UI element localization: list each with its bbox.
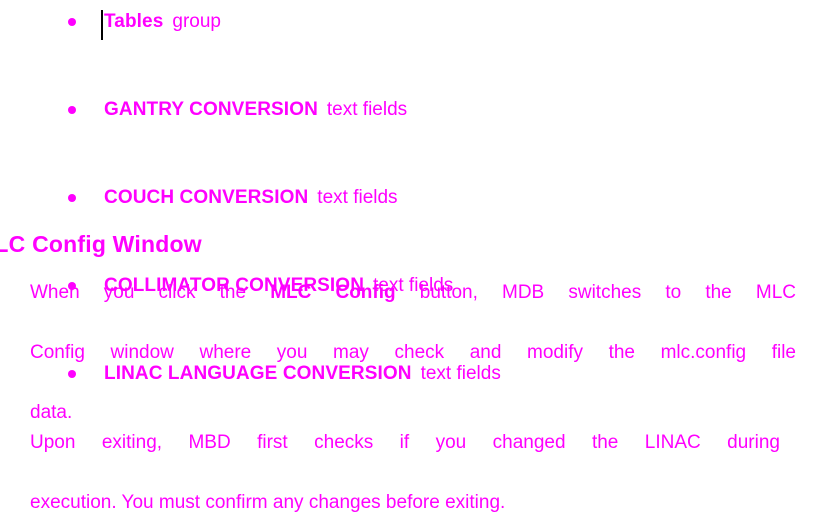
paragraph-exit-confirm: Upon exiting, MBD first checks if you ch… (30, 428, 780, 518)
list-item-bold-label: Tables (104, 11, 164, 32)
document-page: Tables group GANTRY CONVERSION text fields… (0, 0, 821, 513)
conversion-bullet-list: Tables group GANTRY CONVERSION text fields… (0, 0, 821, 384)
text-caret (101, 10, 103, 40)
paragraph-mlc-config: When you click the MLC Config button, MD… (30, 278, 796, 428)
paragraph-line: data. (30, 402, 73, 423)
list-item-text: COUCH CONVERSION text fields (104, 176, 398, 220)
section-heading: oose MLC Config Window (0, 231, 202, 257)
paragraph-line: execution. You must confirm any changes … (30, 492, 506, 513)
paragraph-line: When you click the MLC Config button, MD… (30, 278, 796, 338)
list-item-regular-label: text fields (317, 187, 398, 208)
list-item-text: Tables group (104, 0, 221, 44)
paragraph-line: Config window where you may check and mo… (30, 342, 796, 363)
list-item[interactable]: GANTRY CONVERSION text fields (0, 88, 821, 132)
list-item-bold-label: COUCH CONVERSION (104, 187, 309, 208)
paragraph-bold-term: MLC Config (270, 282, 396, 303)
paragraph-line: Upon exiting, MBD first checks if you ch… (30, 432, 780, 453)
bullet-dot-icon (68, 194, 76, 202)
list-item-bold-label: GANTRY CONVERSION (104, 99, 318, 120)
list-item-regular-label: group (172, 11, 221, 32)
list-item[interactable]: COUCH CONVERSION text fields (0, 176, 821, 220)
list-item-text: GANTRY CONVERSION text fields (104, 88, 407, 132)
list-item-regular-label: text fields (326, 99, 408, 120)
bullet-dot-icon (68, 18, 76, 26)
paragraph-text-segment: When you click the (30, 282, 247, 303)
list-item[interactable]: Tables group (0, 0, 821, 44)
bullet-dot-icon (68, 106, 76, 114)
paragraph-text-segment: button, MDB switches to the MLC (419, 282, 797, 303)
